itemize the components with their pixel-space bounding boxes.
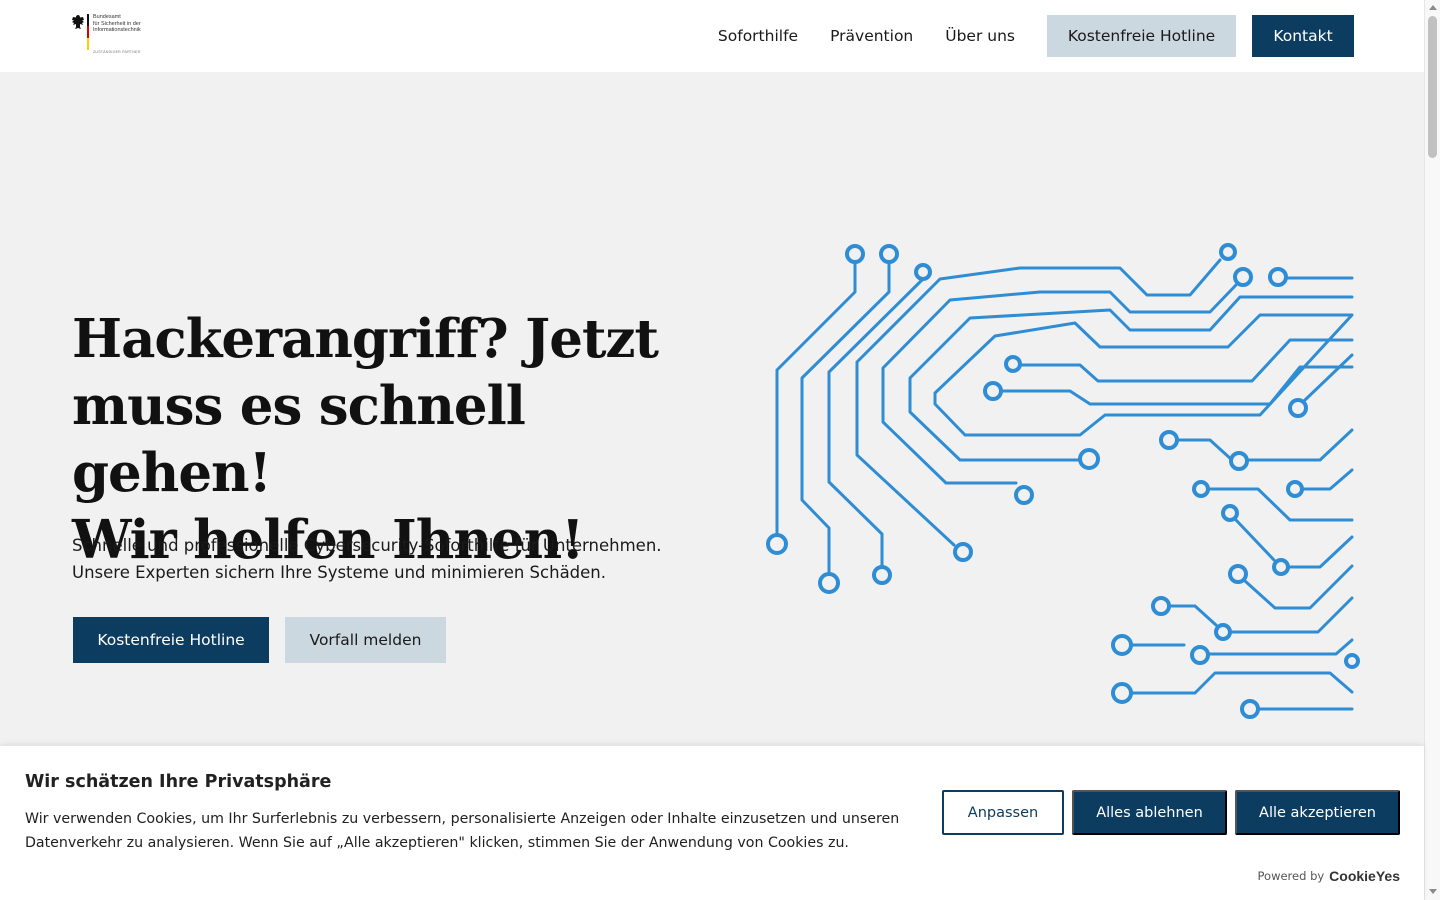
cookie-reject-all-button[interactable]: Alles ablehnen (1072, 790, 1227, 835)
cookie-accept-all-button[interactable]: Alle akzeptieren (1235, 790, 1400, 835)
cookie-customize-button[interactable]: Anpassen (942, 790, 1064, 835)
federal-eagle-icon (72, 15, 84, 29)
scroll-down-arrow-icon[interactable] (1429, 889, 1437, 894)
nav-ueber-uns[interactable]: Über uns (945, 27, 1015, 45)
site-header: Bundesamt für Sicherheit in der Informat… (0, 0, 1424, 72)
cookie-banner-text: Wir verwenden Cookies, um Ihr Surferlebn… (25, 811, 900, 851)
powered-by-label: Powered by (1257, 869, 1325, 883)
nav-praevention[interactable]: Prävention (830, 27, 913, 45)
report-incident-button[interactable]: Vorfall melden (285, 617, 446, 663)
bsi-logo[interactable]: Bundesamt für Sicherheit in der Informat… (71, 12, 151, 58)
hero-hotline-button[interactable]: Kostenfreie Hotline (73, 617, 269, 663)
nav-soforthilfe[interactable]: Soforthilfe (718, 27, 798, 45)
cookieyes-logo[interactable]: CookieYes (1329, 868, 1400, 884)
hero-title-line-1: Hackerangriff? Jetzt (72, 308, 659, 370)
header-hotline-button[interactable]: Kostenfreie Hotline (1047, 15, 1236, 57)
cookie-banner-title: Wir schätzen Ihre Privatsphäre (25, 772, 332, 792)
german-flag-bar (87, 14, 89, 50)
page-scrollbar[interactable] (1424, 0, 1440, 900)
hero-subtitle-line-2: Unsere Experten sichern Ihre Systeme und… (72, 563, 607, 582)
powered-by: Powered by CookieYes (1258, 868, 1400, 884)
scroll-up-arrow-icon[interactable] (1429, 5, 1437, 10)
header-contact-button[interactable]: Kontakt (1252, 15, 1354, 57)
hero-subtitle: Schnelle und professionelle Cybersecurit… (72, 532, 712, 586)
cookie-consent-banner: Wir schätzen Ihre Privatsphäre Wir verwe… (0, 746, 1424, 900)
logo-partner-text: ZUSTÄNDIGER PARTNER (93, 50, 141, 54)
logo-text: Bundesamt für Sicherheit in der Informat… (93, 14, 141, 34)
hero-subtitle-line-1: Schnelle und professionelle Cybersecurit… (72, 536, 662, 555)
hero-title-line-2: muss es schnell gehen! (72, 375, 526, 504)
scrollbar-thumb[interactable] (1428, 16, 1437, 158)
circuit-board-illustration (766, 243, 1360, 719)
logo-line-3: Informationstechnik (93, 27, 141, 33)
main-nav: Soforthilfe Prävention Über uns Kostenfr… (686, 0, 1354, 72)
